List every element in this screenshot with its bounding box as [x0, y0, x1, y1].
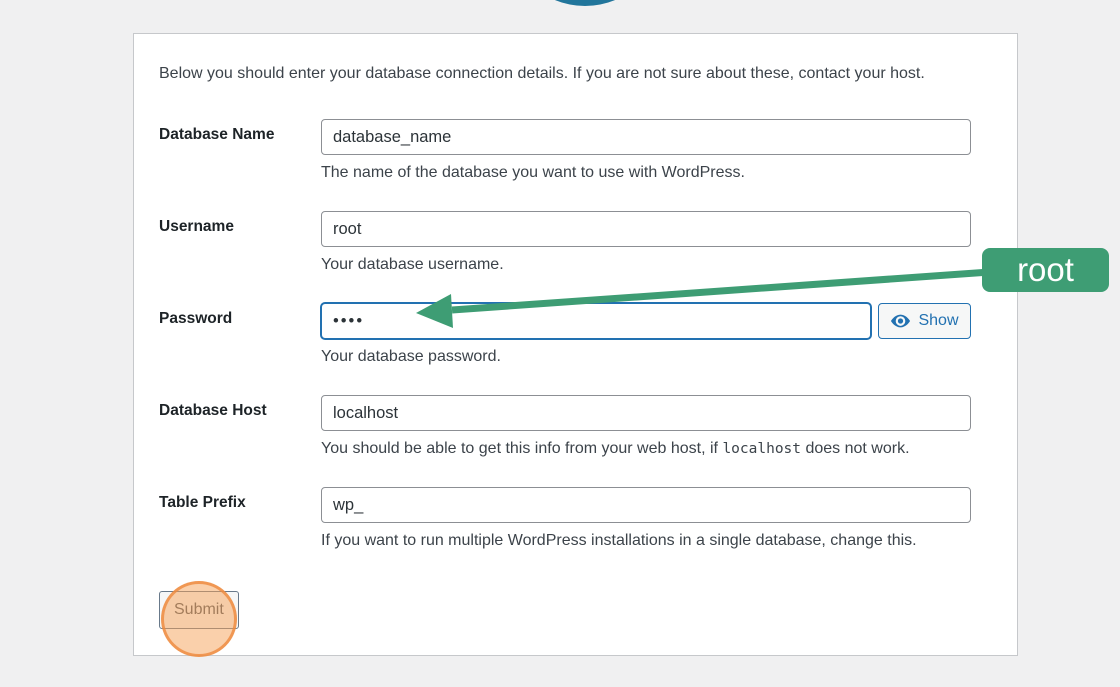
- database-name-help: The name of the database you want to use…: [321, 164, 971, 182]
- database-name-label: Database Name: [159, 126, 319, 144]
- username-input[interactable]: [321, 211, 971, 247]
- database-name-field-area: The name of the database you want to use…: [321, 119, 971, 182]
- setup-config-page: Below you should enter your database con…: [0, 0, 1120, 687]
- database-name-input[interactable]: [321, 119, 971, 155]
- password-label: Password: [159, 310, 319, 328]
- database-host-input[interactable]: [321, 395, 971, 431]
- username-help: Your database username.: [321, 256, 971, 274]
- show-password-button[interactable]: Show: [878, 303, 971, 339]
- table-prefix-help: If you want to run multiple WordPress in…: [321, 532, 971, 550]
- table-prefix-field-area: If you want to run multiple WordPress in…: [321, 487, 971, 550]
- localhost-code: localhost: [722, 441, 801, 457]
- table-prefix-input[interactable]: [321, 487, 971, 523]
- username-label: Username: [159, 218, 319, 236]
- database-host-field-area: You should be able to get this info from…: [321, 395, 971, 458]
- username-field-area: Your database username.: [321, 211, 971, 274]
- show-password-label: Show: [918, 312, 958, 330]
- database-host-help: You should be able to get this info from…: [321, 440, 971, 458]
- password-help: Your database password.: [321, 348, 971, 366]
- password-field-area: Show Your database password.: [321, 303, 971, 366]
- intro-text: Below you should enter your database con…: [159, 65, 999, 83]
- password-input[interactable]: [321, 303, 871, 339]
- database-details-card: Below you should enter your database con…: [133, 33, 1018, 656]
- database-host-label: Database Host: [159, 402, 319, 420]
- wordpress-logo-icon: [507, 0, 663, 6]
- eye-icon: [890, 313, 911, 329]
- submit-button[interactable]: Submit: [159, 591, 239, 629]
- submit-row: Submit: [159, 591, 239, 629]
- table-prefix-label: Table Prefix: [159, 494, 319, 512]
